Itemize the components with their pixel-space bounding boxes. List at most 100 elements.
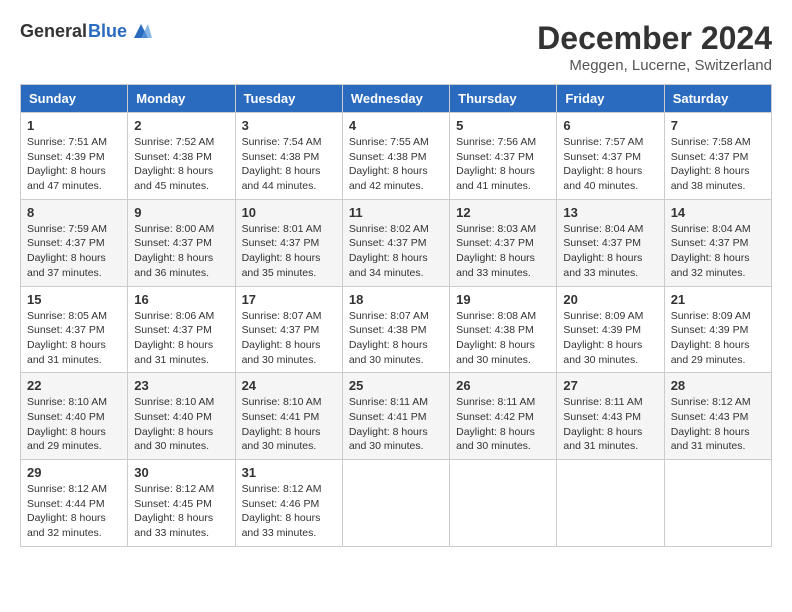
day-number: 24: [242, 378, 336, 393]
day-number: 23: [134, 378, 228, 393]
logo-icon: [130, 20, 152, 42]
day-info: Sunrise: 8:10 AMSunset: 4:40 PMDaylight:…: [27, 395, 121, 454]
day-info: Sunrise: 7:58 AMSunset: 4:37 PMDaylight:…: [671, 135, 765, 194]
day-info: Sunrise: 8:07 AMSunset: 4:38 PMDaylight:…: [349, 309, 443, 368]
day-number: 10: [242, 205, 336, 220]
calendar-cell: 9 Sunrise: 8:00 AMSunset: 4:37 PMDaylight…: [128, 199, 235, 286]
day-info: Sunrise: 8:12 AMSunset: 4:43 PMDaylight:…: [671, 395, 765, 454]
day-number: 13: [563, 205, 657, 220]
day-number: 29: [27, 465, 121, 480]
day-number: 30: [134, 465, 228, 480]
calendar-cell: 23Sunrise: 8:10 AMSunset: 4:40 PMDayligh…: [128, 373, 235, 460]
calendar-cell: 14 Sunrise: 8:04 AMSunset: 4:37 PMDayligh…: [664, 199, 771, 286]
day-number: 9: [134, 205, 228, 220]
calendar-cell: 26 Sunrise: 8:11 AMSunset: 4:42 PMDayligh…: [450, 373, 557, 460]
day-info: Sunrise: 7:59 AMSunset: 4:37 PMDaylight:…: [27, 222, 121, 281]
day-number: 8: [27, 205, 121, 220]
day-info: Sunrise: 8:11 AMSunset: 4:42 PMDaylight:…: [456, 395, 550, 454]
calendar-cell: 20 Sunrise: 8:09 AMSunset: 4:39 PMDayligh…: [557, 286, 664, 373]
day-number: 15: [27, 292, 121, 307]
day-info: Sunrise: 8:10 AMSunset: 4:41 PMDaylight:…: [242, 395, 336, 454]
calendar-cell: 12Sunrise: 8:03 AMSunset: 4:37 PMDayligh…: [450, 199, 557, 286]
header-monday: Monday: [128, 85, 235, 113]
header-sunday: Sunday: [21, 85, 128, 113]
day-number: 26: [456, 378, 550, 393]
day-info: Sunrise: 8:00 AMSunset: 4:37 PMDaylight:…: [134, 222, 228, 281]
day-number: 1: [27, 118, 121, 133]
logo-blue: Blue: [88, 21, 127, 42]
day-number: 11: [349, 205, 443, 220]
day-info: Sunrise: 8:04 AMSunset: 4:37 PMDaylight:…: [671, 222, 765, 281]
calendar-cell: 8 Sunrise: 7:59 AMSunset: 4:37 PMDaylight…: [21, 199, 128, 286]
day-info: Sunrise: 8:12 AMSunset: 4:45 PMDaylight:…: [134, 482, 228, 541]
logo-general: General: [20, 21, 87, 42]
day-number: 31: [242, 465, 336, 480]
day-info: Sunrise: 8:07 AMSunset: 4:37 PMDaylight:…: [242, 309, 336, 368]
header-friday: Friday: [557, 85, 664, 113]
calendar-cell: 13 Sunrise: 8:04 AMSunset: 4:37 PMDayligh…: [557, 199, 664, 286]
day-number: 14: [671, 205, 765, 220]
day-number: 20: [563, 292, 657, 307]
day-info: Sunrise: 7:55 AMSunset: 4:38 PMDaylight:…: [349, 135, 443, 194]
calendar-cell: 28 Sunrise: 8:12 AMSunset: 4:43 PMDayligh…: [664, 373, 771, 460]
day-info: Sunrise: 8:02 AMSunset: 4:37 PMDaylight:…: [349, 222, 443, 281]
day-number: 3: [242, 118, 336, 133]
calendar-cell: 4 Sunrise: 7:55 AMSunset: 4:38 PMDaylight…: [342, 113, 449, 200]
day-info: Sunrise: 8:09 AMSunset: 4:39 PMDaylight:…: [563, 309, 657, 368]
day-number: 17: [242, 292, 336, 307]
calendar-cell: 6Sunrise: 7:57 AMSunset: 4:37 PMDaylight…: [557, 113, 664, 200]
calendar-cell: 31 Sunrise: 8:12 AMSunset: 4:46 PMDayligh…: [235, 460, 342, 547]
calendar-cell: 5Sunrise: 7:56 AMSunset: 4:37 PMDaylight…: [450, 113, 557, 200]
calendar-cell: 2Sunrise: 7:52 AMSunset: 4:38 PMDaylight…: [128, 113, 235, 200]
calendar-cell: 11 Sunrise: 8:02 AMSunset: 4:37 PMDayligh…: [342, 199, 449, 286]
week-row-5: 29 Sunrise: 8:12 AMSunset: 4:44 PMDayligh…: [21, 460, 772, 547]
calendar-cell: 16Sunrise: 8:06 AMSunset: 4:37 PMDayligh…: [128, 286, 235, 373]
day-number: 12: [456, 205, 550, 220]
month-title: December 2024: [537, 20, 772, 57]
header-wednesday: Wednesday: [342, 85, 449, 113]
calendar-table: SundayMondayTuesdayWednesdayThursdayFrid…: [20, 84, 772, 547]
week-row-3: 15Sunrise: 8:05 AMSunset: 4:37 PMDayligh…: [21, 286, 772, 373]
header-row: SundayMondayTuesdayWednesdayThursdayFrid…: [21, 85, 772, 113]
day-number: 4: [349, 118, 443, 133]
day-info: Sunrise: 8:01 AMSunset: 4:37 PMDaylight:…: [242, 222, 336, 281]
calendar-cell: 21 Sunrise: 8:09 AMSunset: 4:39 PMDayligh…: [664, 286, 771, 373]
calendar-cell: [557, 460, 664, 547]
logo: General Blue: [20, 20, 152, 42]
week-row-4: 22 Sunrise: 8:10 AMSunset: 4:40 PMDayligh…: [21, 373, 772, 460]
day-number: 21: [671, 292, 765, 307]
day-number: 22: [27, 378, 121, 393]
day-number: 7: [671, 118, 765, 133]
day-number: 5: [456, 118, 550, 133]
calendar-cell: 19 Sunrise: 8:08 AMSunset: 4:38 PMDayligh…: [450, 286, 557, 373]
calendar-cell: 22 Sunrise: 8:10 AMSunset: 4:40 PMDayligh…: [21, 373, 128, 460]
day-number: 19: [456, 292, 550, 307]
day-info: Sunrise: 8:11 AMSunset: 4:41 PMDaylight:…: [349, 395, 443, 454]
location-title: Meggen, Lucerne, Switzerland: [537, 57, 772, 74]
calendar-cell: 1Sunrise: 7:51 AMSunset: 4:39 PMDaylight…: [21, 113, 128, 200]
calendar-cell: 15Sunrise: 8:05 AMSunset: 4:37 PMDayligh…: [21, 286, 128, 373]
calendar-cell: [664, 460, 771, 547]
calendar-cell: 3 Sunrise: 7:54 AMSunset: 4:38 PMDaylight…: [235, 113, 342, 200]
calendar-cell: [342, 460, 449, 547]
day-info: Sunrise: 8:12 AMSunset: 4:44 PMDaylight:…: [27, 482, 121, 541]
calendar-cell: 18Sunrise: 8:07 AMSunset: 4:38 PMDayligh…: [342, 286, 449, 373]
calendar-cell: [450, 460, 557, 547]
day-number: 6: [563, 118, 657, 133]
calendar-cell: 7 Sunrise: 7:58 AMSunset: 4:37 PMDaylight…: [664, 113, 771, 200]
page-header: General Blue December 2024 Meggen, Lucer…: [20, 20, 772, 74]
calendar-cell: 10 Sunrise: 8:01 AMSunset: 4:37 PMDayligh…: [235, 199, 342, 286]
header-tuesday: Tuesday: [235, 85, 342, 113]
day-info: Sunrise: 8:12 AMSunset: 4:46 PMDaylight:…: [242, 482, 336, 541]
day-number: 2: [134, 118, 228, 133]
day-info: Sunrise: 8:08 AMSunset: 4:38 PMDaylight:…: [456, 309, 550, 368]
day-info: Sunrise: 8:04 AMSunset: 4:37 PMDaylight:…: [563, 222, 657, 281]
calendar-cell: 25 Sunrise: 8:11 AMSunset: 4:41 PMDayligh…: [342, 373, 449, 460]
day-number: 28: [671, 378, 765, 393]
header-thursday: Thursday: [450, 85, 557, 113]
title-area: December 2024 Meggen, Lucerne, Switzerla…: [537, 20, 772, 74]
day-info: Sunrise: 8:06 AMSunset: 4:37 PMDaylight:…: [134, 309, 228, 368]
day-info: Sunrise: 7:54 AMSunset: 4:38 PMDaylight:…: [242, 135, 336, 194]
day-info: Sunrise: 8:09 AMSunset: 4:39 PMDaylight:…: [671, 309, 765, 368]
day-number: 25: [349, 378, 443, 393]
